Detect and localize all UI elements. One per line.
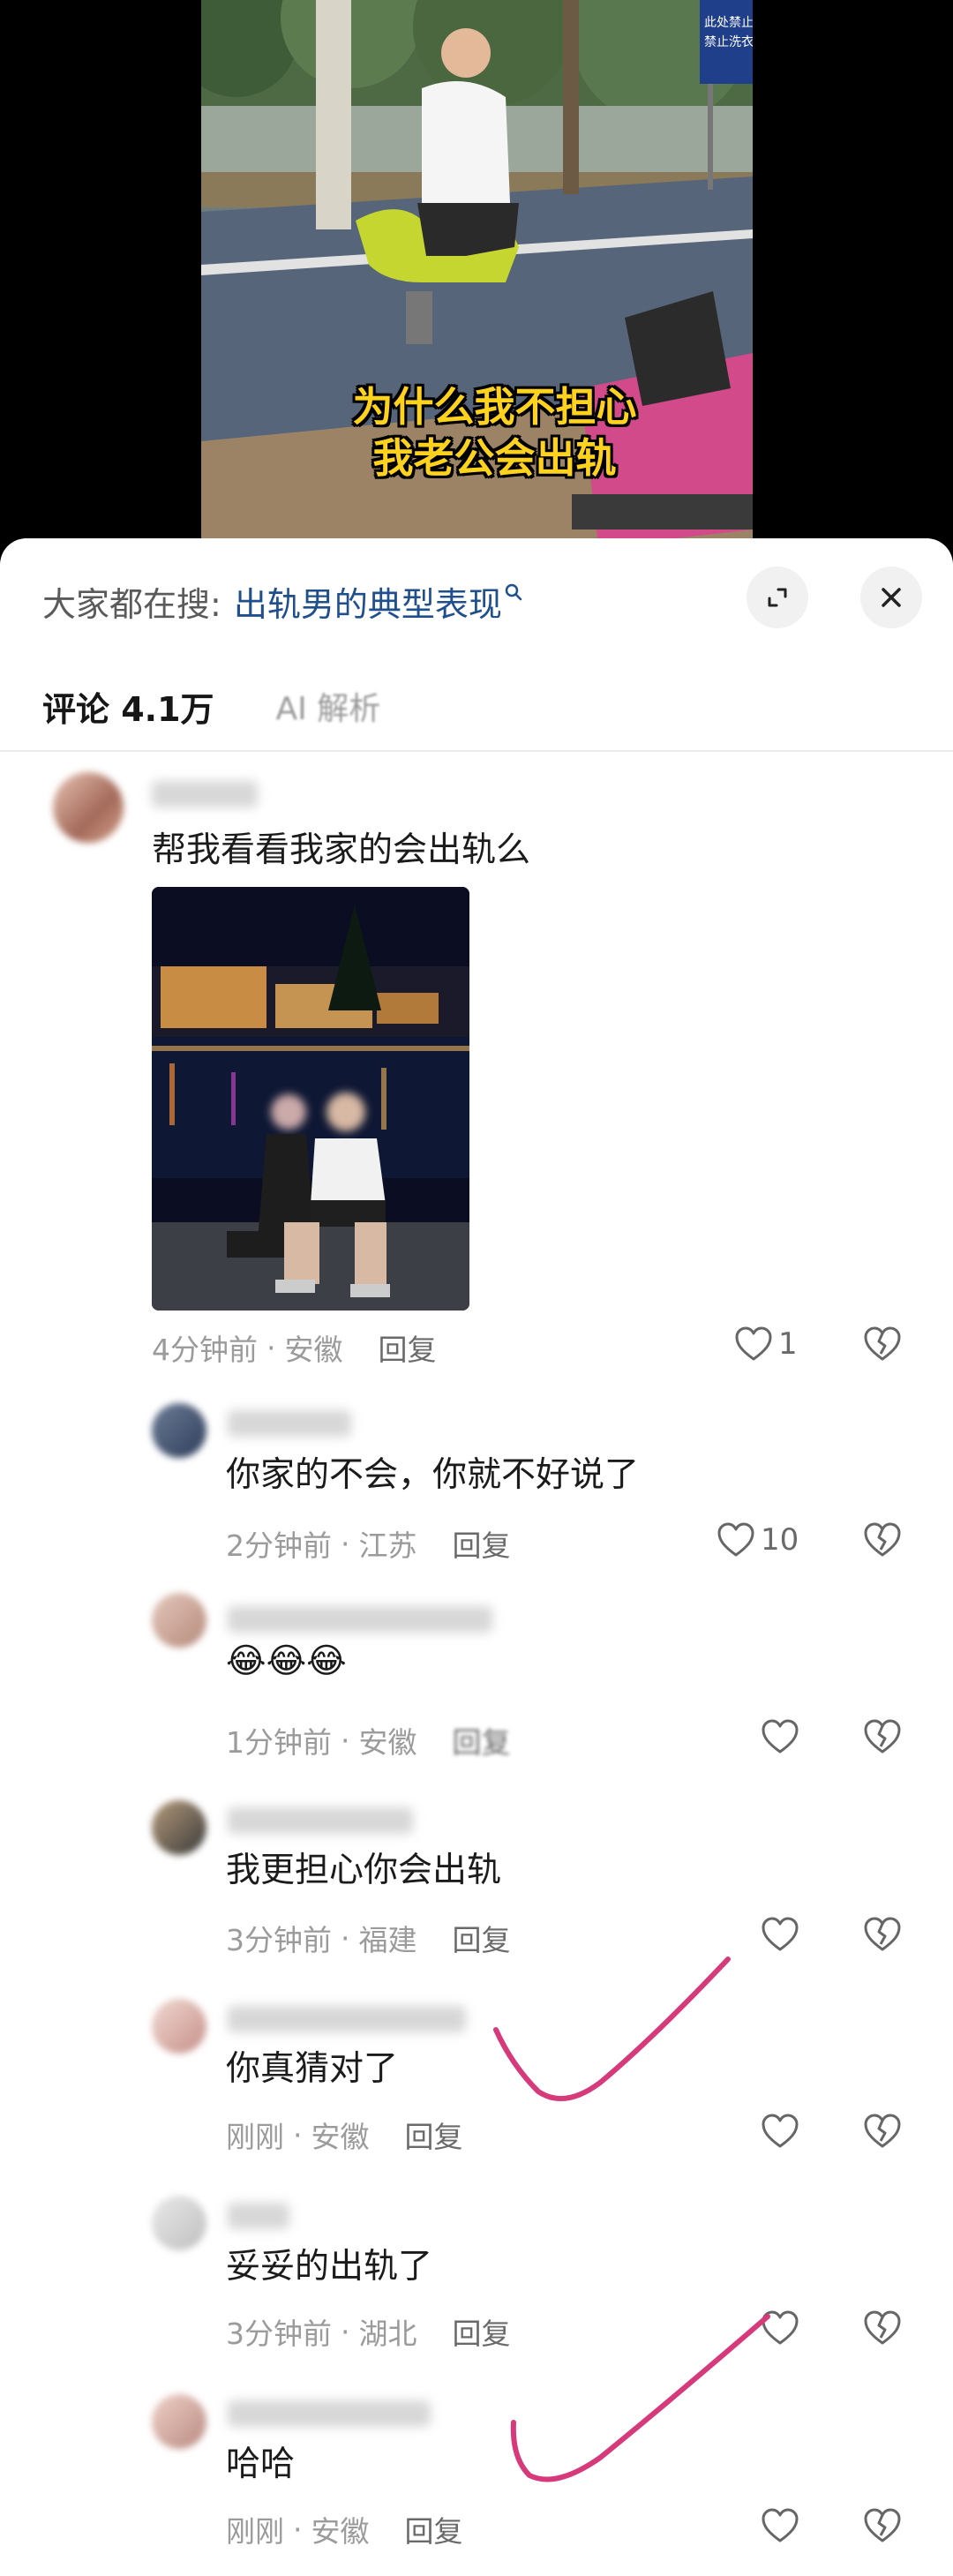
video-caption-line2: 我老公会出轨 — [372, 434, 617, 482]
comment-location: 福建 — [358, 1923, 417, 1957]
comment-photo[interactable] — [152, 887, 469, 1311]
expand-icon — [764, 584, 791, 611]
comment-text: 哈哈 — [226, 2445, 296, 2484]
broken-heart-icon — [863, 2114, 902, 2149]
heart-icon — [761, 1917, 799, 1952]
comment-meta: 2分钟前 · 江苏 回复 — [226, 1522, 511, 1565]
search-suggestion[interactable]: 大家都在搜: 出轨男的典型表现 — [42, 570, 523, 632]
comment-meta: 3分钟前 · 福建 回复 — [226, 1917, 511, 1959]
reply-button[interactable]: 回复 — [405, 2114, 463, 2156]
reply-button[interactable]: 回复 — [379, 1326, 437, 1369]
avatar[interactable] — [152, 1999, 206, 2054]
comment-location: 安徽 — [284, 1333, 343, 1367]
avatar[interactable] — [152, 1593, 206, 1648]
comments-sheet: 大家都在搜: 出轨男的典型表现 评论 4.1万 AI 解析 帮我看看我家的会出轨 — [0, 538, 953, 2576]
comment-location: 江苏 — [358, 1528, 417, 1563]
comment-location: 安徽 — [311, 2514, 370, 2549]
username[interactable] — [228, 1807, 413, 1834]
comment-location: 安徽 — [358, 1725, 417, 1760]
video-player[interactable]: 此处禁止 禁止洗衣 为什么我不担心 我老公会出轨 — [0, 0, 953, 565]
avatar[interactable] — [152, 1403, 206, 1458]
like-count: 1 — [778, 1326, 798, 1362]
broken-heart-icon — [863, 1719, 902, 1754]
username[interactable] — [228, 2400, 431, 2427]
checkmark-annotation — [493, 1956, 731, 2101]
comment-meta: 刚刚 · 安徽 回复 — [226, 2114, 463, 2156]
avatar[interactable] — [152, 2196, 206, 2250]
username[interactable] — [228, 2006, 466, 2032]
comment-time: 3分钟前 — [226, 1923, 332, 1957]
meta-dot: · — [266, 1330, 276, 1365]
comment-location: 安徽 — [311, 2120, 370, 2154]
expand-button[interactable] — [747, 567, 808, 628]
meta-dot: · — [293, 2512, 303, 2547]
comment-time: 4分钟前 — [152, 1333, 258, 1367]
meta-dot: · — [293, 2117, 303, 2152]
comment-meta: 1分钟前 · 安徽 回复 — [226, 1719, 511, 1761]
dislike-button[interactable] — [863, 1715, 953, 1759]
tabs-divider — [0, 750, 953, 752]
broken-heart-icon — [863, 1326, 902, 1362]
comment-location: 湖北 — [358, 2317, 417, 2351]
dislike-button[interactable] — [863, 2504, 953, 2548]
reply-button[interactable]: 回复 — [405, 2508, 463, 2550]
heart-icon — [717, 1522, 755, 1558]
heart-icon — [734, 1326, 773, 1362]
comment-meta: 4分钟前 · 安徽 回复 — [152, 1326, 437, 1369]
meta-dot: · — [341, 1526, 350, 1561]
dislike-button[interactable] — [863, 1912, 953, 1956]
username[interactable] — [152, 781, 258, 807]
comment-text: 你家的不会，你就不好说了 — [226, 1455, 640, 1495]
avatar[interactable] — [152, 2394, 206, 2449]
comment-text: 😂😂😂 — [226, 1641, 347, 1681]
comment-text: 帮我看看我家的会出轨么 — [152, 830, 531, 870]
username[interactable] — [228, 2203, 289, 2229]
comment-photo-image — [152, 887, 469, 1311]
tabs-bar: 评论 4.1万 AI 解析 — [42, 671, 380, 741]
video-caption-line1: 为什么我不担心 — [352, 383, 637, 431]
search-icon[interactable] — [504, 582, 523, 602]
meta-dot: · — [341, 2314, 350, 2349]
dislike-button[interactable] — [863, 1322, 953, 1366]
checkmark-annotation — [510, 2314, 770, 2482]
comment-item[interactable]: 帮我看看我家的会出轨么 — [0, 763, 953, 1055]
sign-text-1: 此处禁止 — [704, 16, 753, 30]
sign-text-2: 禁止洗衣 — [704, 35, 753, 49]
close-button[interactable] — [860, 567, 922, 628]
broken-heart-icon — [863, 1917, 902, 1952]
comment-meta: 刚刚 · 安徽 回复 — [226, 2508, 463, 2550]
dislike-button[interactable] — [863, 2109, 953, 2153]
broken-heart-icon — [863, 2508, 902, 2543]
comment-text: 妥妥的出轨了 — [226, 2247, 433, 2287]
tab-comments[interactable]: 评论 4.1万 — [42, 682, 214, 731]
close-icon — [879, 585, 904, 610]
search-suggestion-term[interactable]: 出轨男的典型表现 — [234, 577, 502, 626]
broken-heart-icon — [863, 2310, 902, 2346]
reply-button[interactable]: 回复 — [453, 1719, 511, 1761]
username[interactable] — [228, 1606, 492, 1633]
comment-time: 3分钟前 — [226, 2317, 332, 2351]
comment-text: 你真猜对了 — [226, 2049, 399, 2089]
username[interactable] — [228, 1410, 351, 1437]
comment-text: 我更担心你会出轨 — [226, 1851, 502, 1890]
dislike-button[interactable] — [863, 1518, 953, 1562]
tab-ai-analysis[interactable]: AI 解析 — [276, 683, 381, 729]
comment-meta: 3分钟前 · 湖北 回复 — [226, 2310, 511, 2353]
search-suggestion-prefix: 大家都在搜: — [42, 584, 221, 624]
meta-dot: · — [341, 1920, 350, 1956]
comment-time: 刚刚 — [226, 2514, 284, 2549]
avatar[interactable] — [152, 1800, 206, 1855]
comment-time: 1分钟前 — [226, 1725, 332, 1760]
like-count: 10 — [761, 1522, 799, 1558]
broken-heart-icon — [863, 1522, 902, 1558]
avatar[interactable] — [53, 772, 124, 843]
video-frame[interactable]: 此处禁止 禁止洗衣 为什么我不担心 我老公会出轨 — [201, 0, 753, 547]
comment-time: 刚刚 — [226, 2120, 284, 2154]
heart-icon — [761, 2114, 799, 2149]
reply-button[interactable]: 回复 — [453, 1522, 511, 1565]
heart-icon — [761, 1719, 799, 1754]
comment-time: 2分钟前 — [226, 1528, 332, 1563]
dislike-button[interactable] — [863, 2306, 953, 2350]
meta-dot: · — [341, 1723, 350, 1758]
